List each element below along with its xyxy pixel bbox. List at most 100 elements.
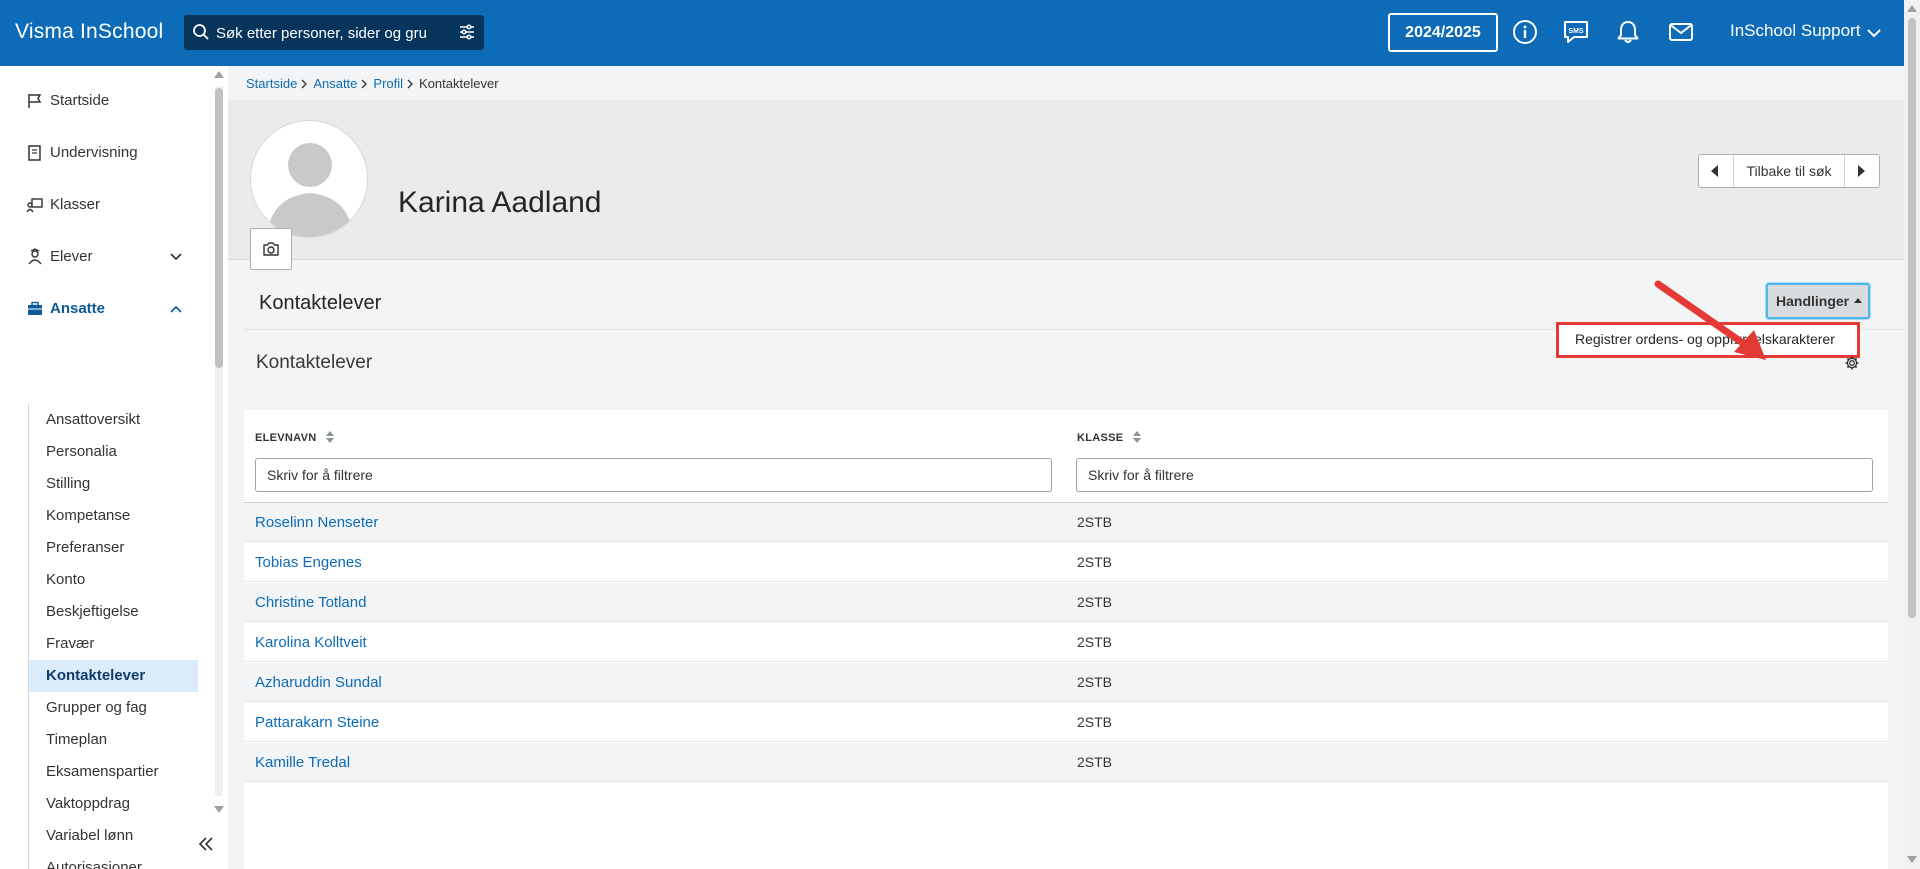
sms-icon[interactable]: SMS <box>1562 18 1590 46</box>
sidebar-item-label: Klasser <box>50 196 101 213</box>
page-scrollbar[interactable] <box>1904 0 1920 869</box>
top-bar: Visma InSchool 2024/2025 SMS InSchool Su… <box>0 0 1920 66</box>
student-class: 2STB <box>1077 514 1113 530</box>
chevron-right-icon <box>407 79 413 89</box>
student-class: 2STB <box>1077 554 1113 570</box>
sidebar-subitem[interactable]: Variabel lønn <box>29 820 198 852</box>
sidebar-item-label: Startside <box>50 92 110 109</box>
chevron-down-icon[interactable] <box>168 249 184 265</box>
search-input[interactable] <box>216 23 426 43</box>
student-class: 2STB <box>1077 754 1113 770</box>
table-row: Azharuddin Sundal 2STB <box>244 663 1888 702</box>
sidebar-subitem[interactable]: Ansattoversikt <box>29 404 198 436</box>
column-header-klasse[interactable]: KLASSE <box>1077 431 1142 444</box>
sidebar: Startside Undervisning Klasser Elever An… <box>0 66 210 869</box>
sidebar-subitem[interactable]: Preferanser <box>29 532 198 564</box>
sidebar-item-startside[interactable]: Startside <box>0 81 200 121</box>
sidebar-item-undervisning[interactable]: Undervisning <box>0 133 200 173</box>
student-name-link[interactable]: Roselinn Nenseter <box>255 514 378 531</box>
breadcrumb-link[interactable]: Profil <box>373 76 403 91</box>
sort-icon[interactable] <box>326 431 335 443</box>
sidebar-subitem[interactable]: Beskjeftigelse <box>29 596 198 628</box>
collapse-sidebar-icon[interactable] <box>196 834 216 854</box>
back-to-search-button[interactable]: Tilbake til søk <box>1733 155 1845 187</box>
previous-button[interactable] <box>1699 155 1733 187</box>
info-icon[interactable] <box>1511 18 1539 46</box>
svg-text:SMS: SMS <box>1568 28 1584 35</box>
camera-icon <box>263 242 279 256</box>
breadcrumb-link[interactable]: Ansatte <box>313 76 357 91</box>
sidebar-subitem[interactable]: Stilling <box>29 468 198 500</box>
sidebar-item-label: Undervisning <box>50 144 138 161</box>
caret-left-icon <box>1711 165 1718 177</box>
student-name-link[interactable]: Karolina Kolltveit <box>255 634 367 651</box>
filter-name-input[interactable] <box>255 458 1052 492</box>
table-row: Kamille Tredal 2STB <box>244 743 1888 782</box>
student-name-link[interactable]: Azharuddin Sundal <box>255 674 382 691</box>
sidebar-item-elever[interactable]: Elever <box>0 237 200 277</box>
user-menu[interactable]: InSchool Support <box>1730 21 1860 41</box>
table-row: Christine Totland 2STB <box>244 583 1888 622</box>
sort-icon[interactable] <box>1133 431 1142 443</box>
global-search[interactable] <box>184 15 484 50</box>
chevron-up-icon[interactable] <box>168 301 184 317</box>
scroll-down-icon[interactable] <box>214 806 224 814</box>
scroll-up-icon[interactable] <box>1907 4 1917 12</box>
chevron-right-icon <box>361 79 368 89</box>
sidebar-subitem[interactable]: Eksamenspartier <box>29 756 198 788</box>
dropdown-item-register-grades[interactable]: Registrer ordens- og oppførselskaraktere… <box>1556 322 1860 358</box>
section-title: Kontaktelever <box>259 292 382 314</box>
sidebar-subitem[interactable]: Fravær <box>29 628 198 660</box>
bell-icon[interactable] <box>1614 18 1642 46</box>
scrollbar-thumb[interactable] <box>215 88 223 368</box>
actions-dropdown-button[interactable]: Handlinger <box>1766 283 1870 319</box>
actions-label: Handlinger <box>1776 293 1850 309</box>
filter-class-input[interactable] <box>1076 458 1873 492</box>
students-icon <box>28 248 42 265</box>
breadcrumb-current: Kontaktelever <box>419 76 499 91</box>
chevron-down-icon[interactable] <box>1865 24 1883 42</box>
student-name-link[interactable]: Kamille Tredal <box>255 754 350 771</box>
filter-sliders-icon[interactable] <box>458 23 476 41</box>
scroll-up-icon[interactable] <box>214 70 224 78</box>
student-class: 2STB <box>1077 674 1113 690</box>
sidebar-subitem-active[interactable]: Kontaktelever <box>29 660 198 692</box>
student-name-link[interactable]: Tobias Engenes <box>255 554 362 571</box>
table-row: Tobias Engenes 2STB <box>244 543 1888 582</box>
student-class: 2STB <box>1077 714 1113 730</box>
student-name-link[interactable]: Christine Totland <box>255 594 366 611</box>
caret-right-icon <box>1858 165 1865 177</box>
ansatte-subnav: Ansattoversikt Personalia Stilling Kompe… <box>28 404 198 869</box>
sidebar-subitem[interactable]: Vaktoppdrag <box>29 788 198 820</box>
sidebar-subitem[interactable]: Timeplan <box>29 724 198 756</box>
student-class: 2STB <box>1077 634 1113 650</box>
mail-icon[interactable] <box>1667 18 1695 46</box>
sidebar-subitem[interactable]: Grupper og fag <box>29 692 198 724</box>
sidebar-subitem[interactable]: Konto <box>29 564 198 596</box>
scrollbar-thumb[interactable] <box>1908 18 1916 618</box>
change-photo-button[interactable] <box>250 228 292 270</box>
app-title[interactable]: Visma InSchool <box>15 20 163 44</box>
column-header-elevnavn[interactable]: ELEVNAVN <box>255 431 335 444</box>
school-year-selector[interactable]: 2024/2025 <box>1388 13 1498 52</box>
table-row: Karolina Kolltveit 2STB <box>244 623 1888 662</box>
gear-icon[interactable] <box>1844 355 1860 371</box>
sidebar-subitem[interactable]: Personalia <box>29 436 198 468</box>
scroll-down-icon[interactable] <box>1907 856 1917 864</box>
profile-header: Karina Aadland Tilbake til søk <box>228 100 1904 260</box>
student-class: 2STB <box>1077 594 1113 610</box>
sidebar-subitem[interactable]: Autorisasjoner <box>29 852 198 869</box>
breadcrumb-link[interactable]: Startside <box>246 76 297 91</box>
avatar <box>250 120 368 238</box>
table-row: Roselinn Nenseter 2STB <box>244 503 1888 542</box>
student-name-link[interactable]: Pattarakarn Steine <box>255 714 379 731</box>
sidebar-subitem[interactable]: Kompetanse <box>29 500 198 532</box>
sidebar-item-label: Ansatte <box>50 300 106 317</box>
sidebar-item-ansatte[interactable]: Ansatte <box>0 289 200 329</box>
sidebar-scrollbar[interactable] <box>213 66 225 816</box>
sidebar-item-klasser[interactable]: Klasser <box>0 185 200 225</box>
main-content: Startside Ansatte Profil Kontaktelever Kari… <box>228 66 1904 869</box>
column-header-label: KLASSE <box>1077 432 1124 444</box>
next-button[interactable] <box>1845 155 1879 187</box>
book-icon <box>28 145 41 161</box>
